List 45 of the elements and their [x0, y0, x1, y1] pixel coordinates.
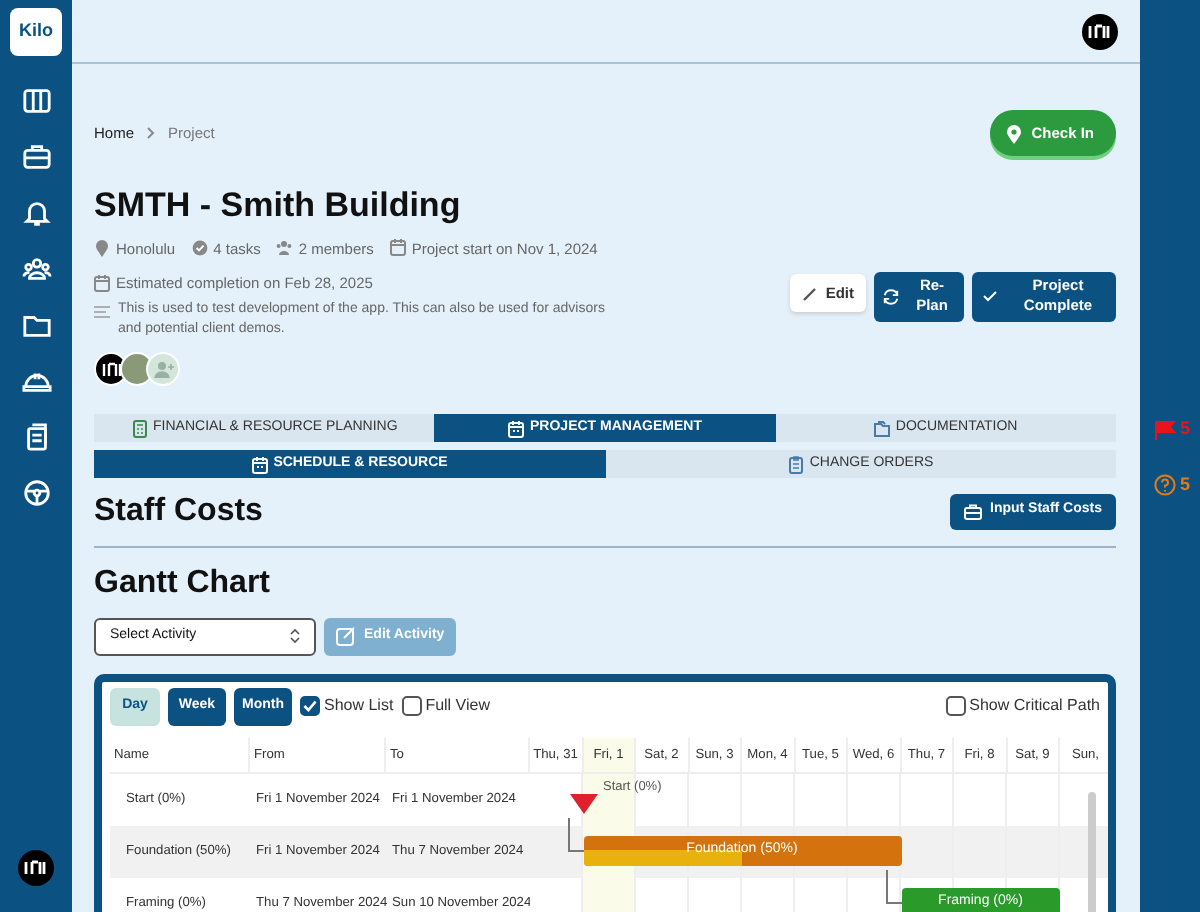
checkbox-label[interactable]: Full View	[425, 694, 490, 719]
calendar-icon	[251, 455, 268, 474]
text-lines-icon	[94, 304, 110, 321]
notification-icon[interactable]	[21, 198, 51, 228]
refresh-icon	[882, 287, 900, 306]
add-person-icon	[153, 360, 173, 379]
clipboards-icon[interactable]	[21, 422, 51, 452]
checkbox-label[interactable]: Show Critical Path	[969, 694, 1100, 719]
alert-count: 5	[1180, 416, 1191, 442]
calendar-icon	[508, 419, 525, 438]
columns-icon[interactable]	[21, 86, 51, 116]
alert-count: 5	[1180, 471, 1191, 497]
logo-mark-icon	[101, 361, 121, 378]
folder-icon[interactable]	[21, 310, 51, 340]
user-avatar[interactable]	[18, 850, 54, 886]
location-pin-icon	[1005, 123, 1022, 144]
app-logo[interactable]: Kilo	[10, 8, 62, 56]
member-avatar[interactable]	[94, 352, 128, 387]
checkbox[interactable]	[945, 696, 966, 717]
calendar-icon	[389, 238, 406, 259]
project-title: SMTH - Smith Building	[94, 186, 463, 228]
location-pin-icon	[94, 238, 110, 259]
checkbox-label[interactable]: Show List	[324, 694, 394, 719]
steering-wheel-icon[interactable]	[21, 478, 51, 508]
section-title: Staff Costs	[94, 492, 263, 531]
chevron-right-icon	[146, 126, 157, 141]
checkmark-icon	[982, 288, 998, 305]
user-avatar[interactable]	[1082, 13, 1118, 49]
briefcase-icon[interactable]	[21, 142, 51, 172]
calculator-icon	[131, 419, 148, 438]
checkbox[interactable]	[401, 696, 422, 717]
sort-caret-icon	[290, 628, 300, 645]
people-group-icon[interactable]	[21, 254, 51, 284]
edit-icon	[336, 626, 356, 647]
help-icon[interactable]	[1154, 473, 1176, 496]
milestone-marker[interactable]	[569, 793, 597, 814]
checkbox[interactable]	[300, 696, 320, 717]
pencil-icon	[801, 285, 818, 302]
check-circle-icon	[191, 238, 208, 259]
briefcase-icon	[964, 503, 982, 520]
calendar-icon	[94, 273, 110, 294]
people-icon	[276, 238, 293, 259]
folders-icon	[873, 419, 890, 438]
section-title: Gantt Chart	[94, 564, 272, 604]
clipboard-icon	[787, 455, 804, 474]
